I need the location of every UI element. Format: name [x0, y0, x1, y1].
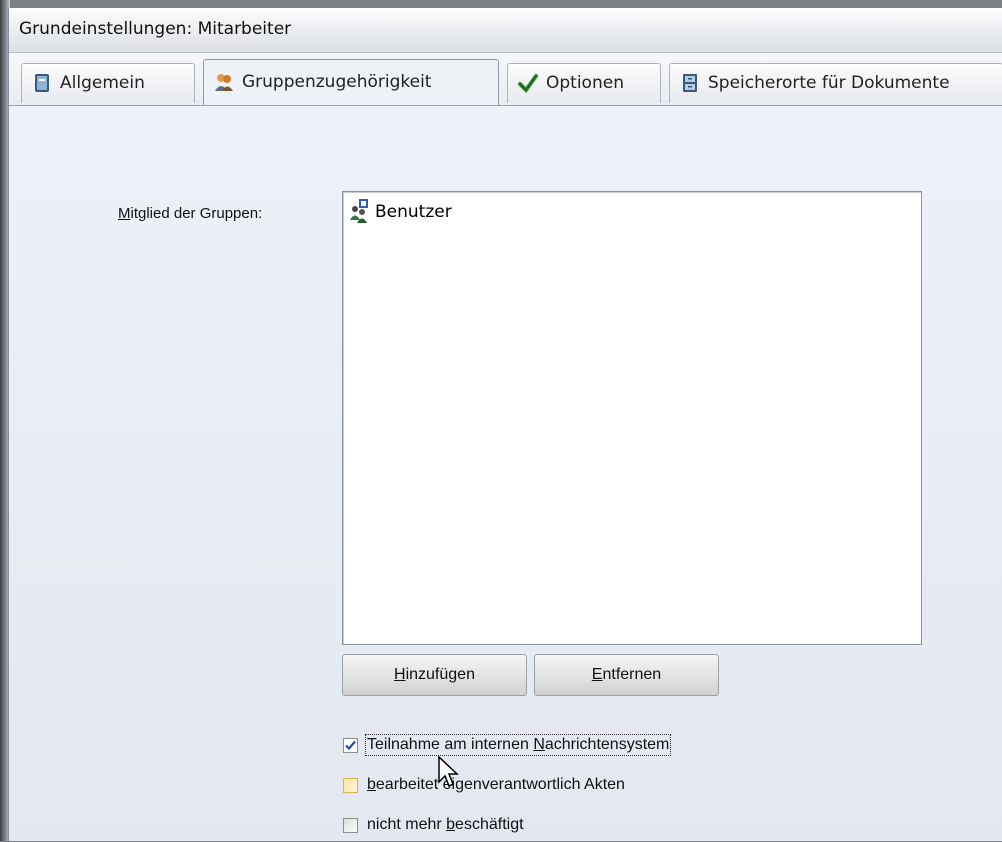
tab-optionen[interactable]: Optionen: [507, 63, 661, 103]
tab-strip: Allgemein Gruppenzugehörigkeit Optionen: [9, 53, 1002, 106]
tab-panel-gruppenzugehoerigkeit: Mitglied der Gruppen: Benutzer Hinzufüge…: [9, 106, 1002, 841]
add-button-label: inzufügen: [405, 666, 475, 683]
user-group-icon: [350, 199, 368, 223]
self-responsible-accesskey: b: [367, 776, 376, 793]
not-employed-checkbox[interactable]: [343, 818, 358, 833]
tab-speicherorte-label: Speicherorte für Dokumente: [708, 73, 950, 93]
add-button-accesskey: H: [394, 666, 406, 683]
groups-listbox[interactable]: Benutzer: [342, 191, 922, 645]
file-cabinet-icon: [683, 74, 697, 92]
messaging-checkbox[interactable]: [343, 738, 358, 753]
messaging-label-post: achrichtensystem: [544, 736, 670, 753]
not-employed-label: nicht mehr beschäftigt: [367, 816, 524, 834]
tab-speicherorte[interactable]: Speicherorte für Dokumente: [669, 63, 1002, 103]
group-name: Benutzer: [375, 202, 452, 222]
not-employed-label-post: eschäftigt: [455, 816, 524, 833]
tab-allgemein[interactable]: Allgemein: [21, 63, 195, 103]
remove-button-accesskey: E: [591, 666, 603, 683]
settings-dialog: Grundeinstellungen: Mitarbeiter Allgemei…: [8, 8, 1002, 841]
remove-button-label: ntfernen: [602, 666, 662, 683]
book-icon: [35, 74, 49, 92]
remove-group-button[interactable]: Entfernen: [534, 654, 719, 696]
users-group-icon: [215, 74, 233, 91]
mouse-cursor-icon: [438, 756, 459, 788]
checkmark-icon: [518, 74, 538, 93]
self-responsible-checkbox[interactable]: [343, 778, 358, 793]
messaging-label: Teilnahme am internen Nachrichtensystem: [364, 734, 672, 756]
tab-optionen-label: Optionen: [546, 73, 624, 93]
groups-label-accesskey: M: [118, 205, 131, 222]
not-employed-label-pre: nicht mehr: [367, 816, 447, 833]
tab-allgemein-label: Allgemein: [60, 73, 145, 93]
groups-label-text: itglied der Gruppen:: [130, 205, 263, 222]
window-title: Grundeinstellungen: Mitarbeiter: [19, 19, 292, 39]
messaging-label-accesskey: N: [533, 736, 545, 753]
tab-gruppenzugehoerigkeit-label: Gruppenzugehörigkeit: [242, 72, 432, 92]
self-responsible-label-post: earbeitet eigenverantwortlich Akten: [375, 776, 625, 793]
groups-label: Mitglied der Gruppen:: [118, 205, 262, 222]
title-bar: Grundeinstellungen: Mitarbeiter: [9, 8, 1002, 53]
tab-gruppenzugehoerigkeit[interactable]: Gruppenzugehörigkeit: [203, 59, 499, 105]
messaging-label-pre: Teilnahme am internen: [367, 736, 534, 753]
self-responsible-label: bearbeitet eigenverantwortlich Akten: [367, 776, 625, 794]
checkmark-icon: [345, 740, 356, 751]
not-employed-accesskey: b: [446, 816, 456, 833]
add-group-button[interactable]: Hinzufügen: [342, 654, 527, 696]
